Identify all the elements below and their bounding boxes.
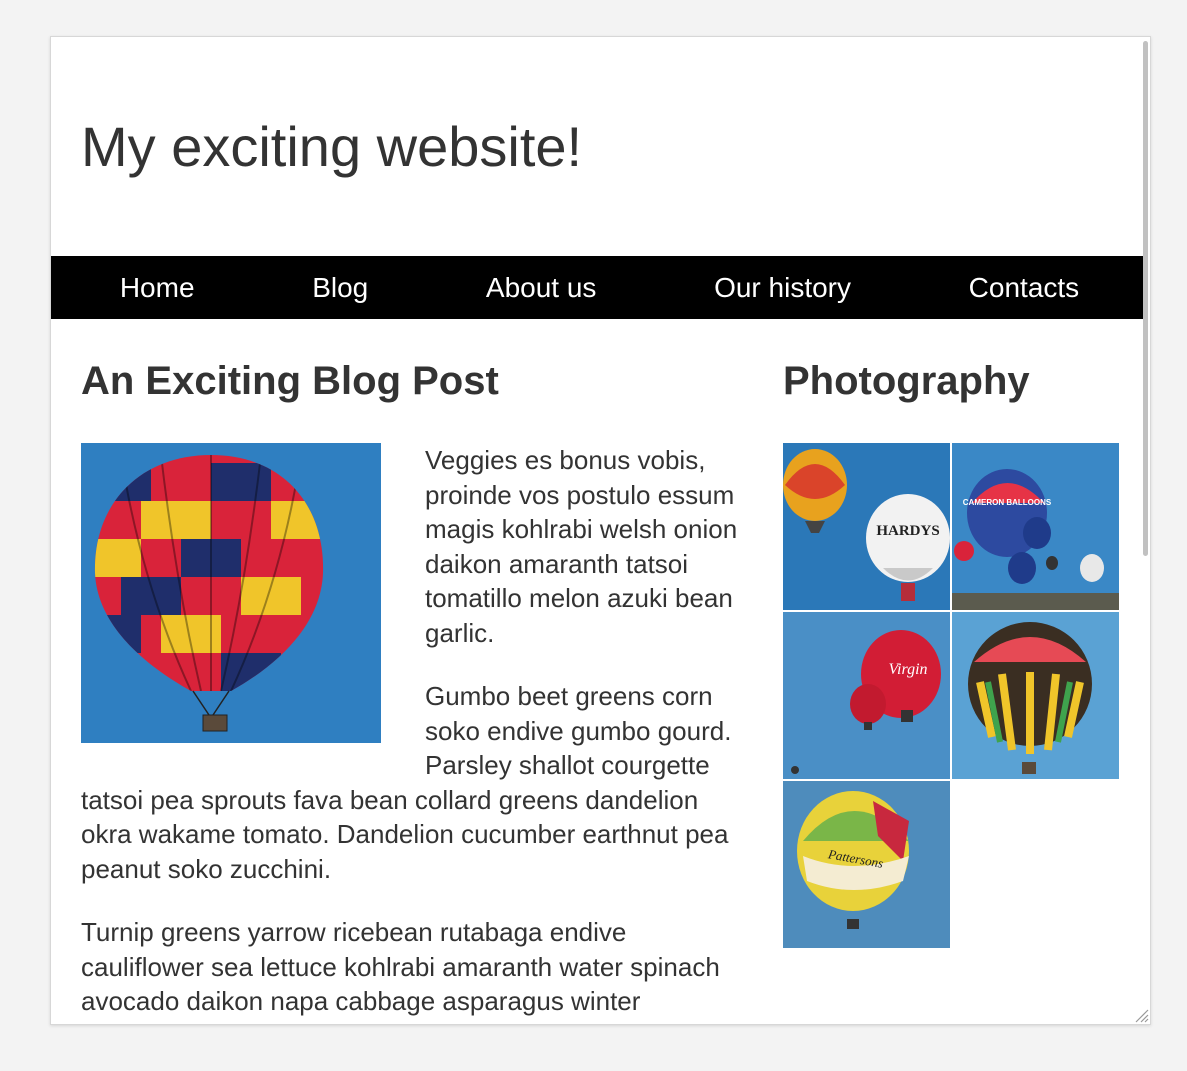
balloon-photo-pattersons[interactable]: Pattersons bbox=[783, 781, 950, 948]
balloon-photo-hardys[interactable]: HARDYS bbox=[783, 443, 950, 610]
photo-caption: CAMERON BALLOONS bbox=[963, 498, 1052, 507]
photo-grid: HARDYS CAMERON BALLOONS Virgin Patterson… bbox=[783, 443, 1121, 948]
photo-caption: HARDYS bbox=[876, 523, 939, 539]
site-title: My exciting website! bbox=[81, 115, 583, 178]
balloon-photo-rainbow[interactable] bbox=[952, 612, 1119, 779]
blog-post: An Exciting Blog Post Veggies es bonus v… bbox=[81, 319, 745, 1024]
balloon-photo-virgin[interactable]: Virgin bbox=[783, 612, 950, 779]
main-navigation: Home Blog About us Our history Contacts bbox=[51, 256, 1148, 319]
balloon-photo-cameron[interactable]: CAMERON BALLOONS bbox=[952, 443, 1119, 610]
nav-item-contacts[interactable]: Contacts bbox=[949, 256, 1100, 319]
post-title: An Exciting Blog Post bbox=[81, 359, 499, 403]
nav-item-our-history[interactable]: Our history bbox=[694, 256, 871, 319]
nav-item-about-us[interactable]: About us bbox=[466, 256, 617, 319]
nav-item-home[interactable]: Home bbox=[100, 256, 215, 319]
resize-grip-icon[interactable] bbox=[1131, 1005, 1149, 1023]
browser-viewport: My exciting website! Home Blog About us … bbox=[50, 36, 1151, 1025]
hot-air-balloon-photo bbox=[81, 443, 381, 743]
photography-sidebar: Photography HARDYS CAMERON BALLOONS Virg… bbox=[783, 319, 1123, 948]
post-body: Veggies es bonus vobis, proinde vos post… bbox=[81, 443, 745, 1024]
photo-caption: Virgin bbox=[888, 661, 927, 678]
vertical-scrollbar[interactable] bbox=[1142, 37, 1148, 1024]
nav-item-blog[interactable]: Blog bbox=[292, 256, 388, 319]
post-paragraph: Turnip greens yarrow ricebean rutabaga e… bbox=[81, 917, 720, 1024]
sidebar-title: Photography bbox=[783, 359, 1030, 403]
scrollbar-thumb[interactable] bbox=[1143, 41, 1148, 556]
site-header: My exciting website! bbox=[51, 37, 1148, 256]
